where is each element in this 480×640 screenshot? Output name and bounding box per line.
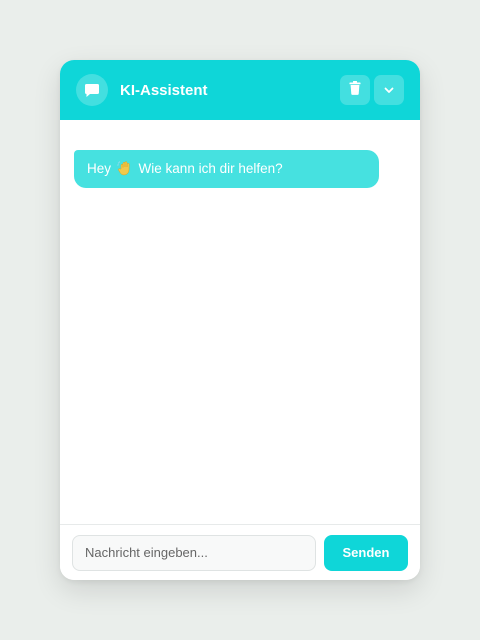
minimize-button[interactable]: [374, 75, 404, 105]
chat-composer: Senden: [60, 524, 420, 580]
clear-chat-button[interactable]: [340, 75, 370, 105]
waving-hand-icon: [117, 160, 133, 176]
message-list: Hey Wie kann ich dir helfen?: [60, 120, 420, 524]
chat-bubble-icon: [76, 74, 108, 106]
send-button[interactable]: Senden: [324, 534, 408, 571]
message-input[interactable]: [72, 534, 316, 571]
trash-icon: [349, 80, 361, 100]
chat-title: KI-Assistent: [120, 81, 208, 99]
assistant-message: Hey Wie kann ich dir helfen?: [74, 150, 379, 188]
chat-widget: KI-Assistent Hey Wie kann ich dir helfen…: [60, 60, 420, 580]
chat-header: KI-Assistent: [60, 60, 420, 120]
message-text-end: Wie kann ich dir helfen?: [138, 161, 283, 176]
chevron-down-icon: [384, 81, 394, 99]
message-text-start: Hey: [87, 161, 112, 176]
